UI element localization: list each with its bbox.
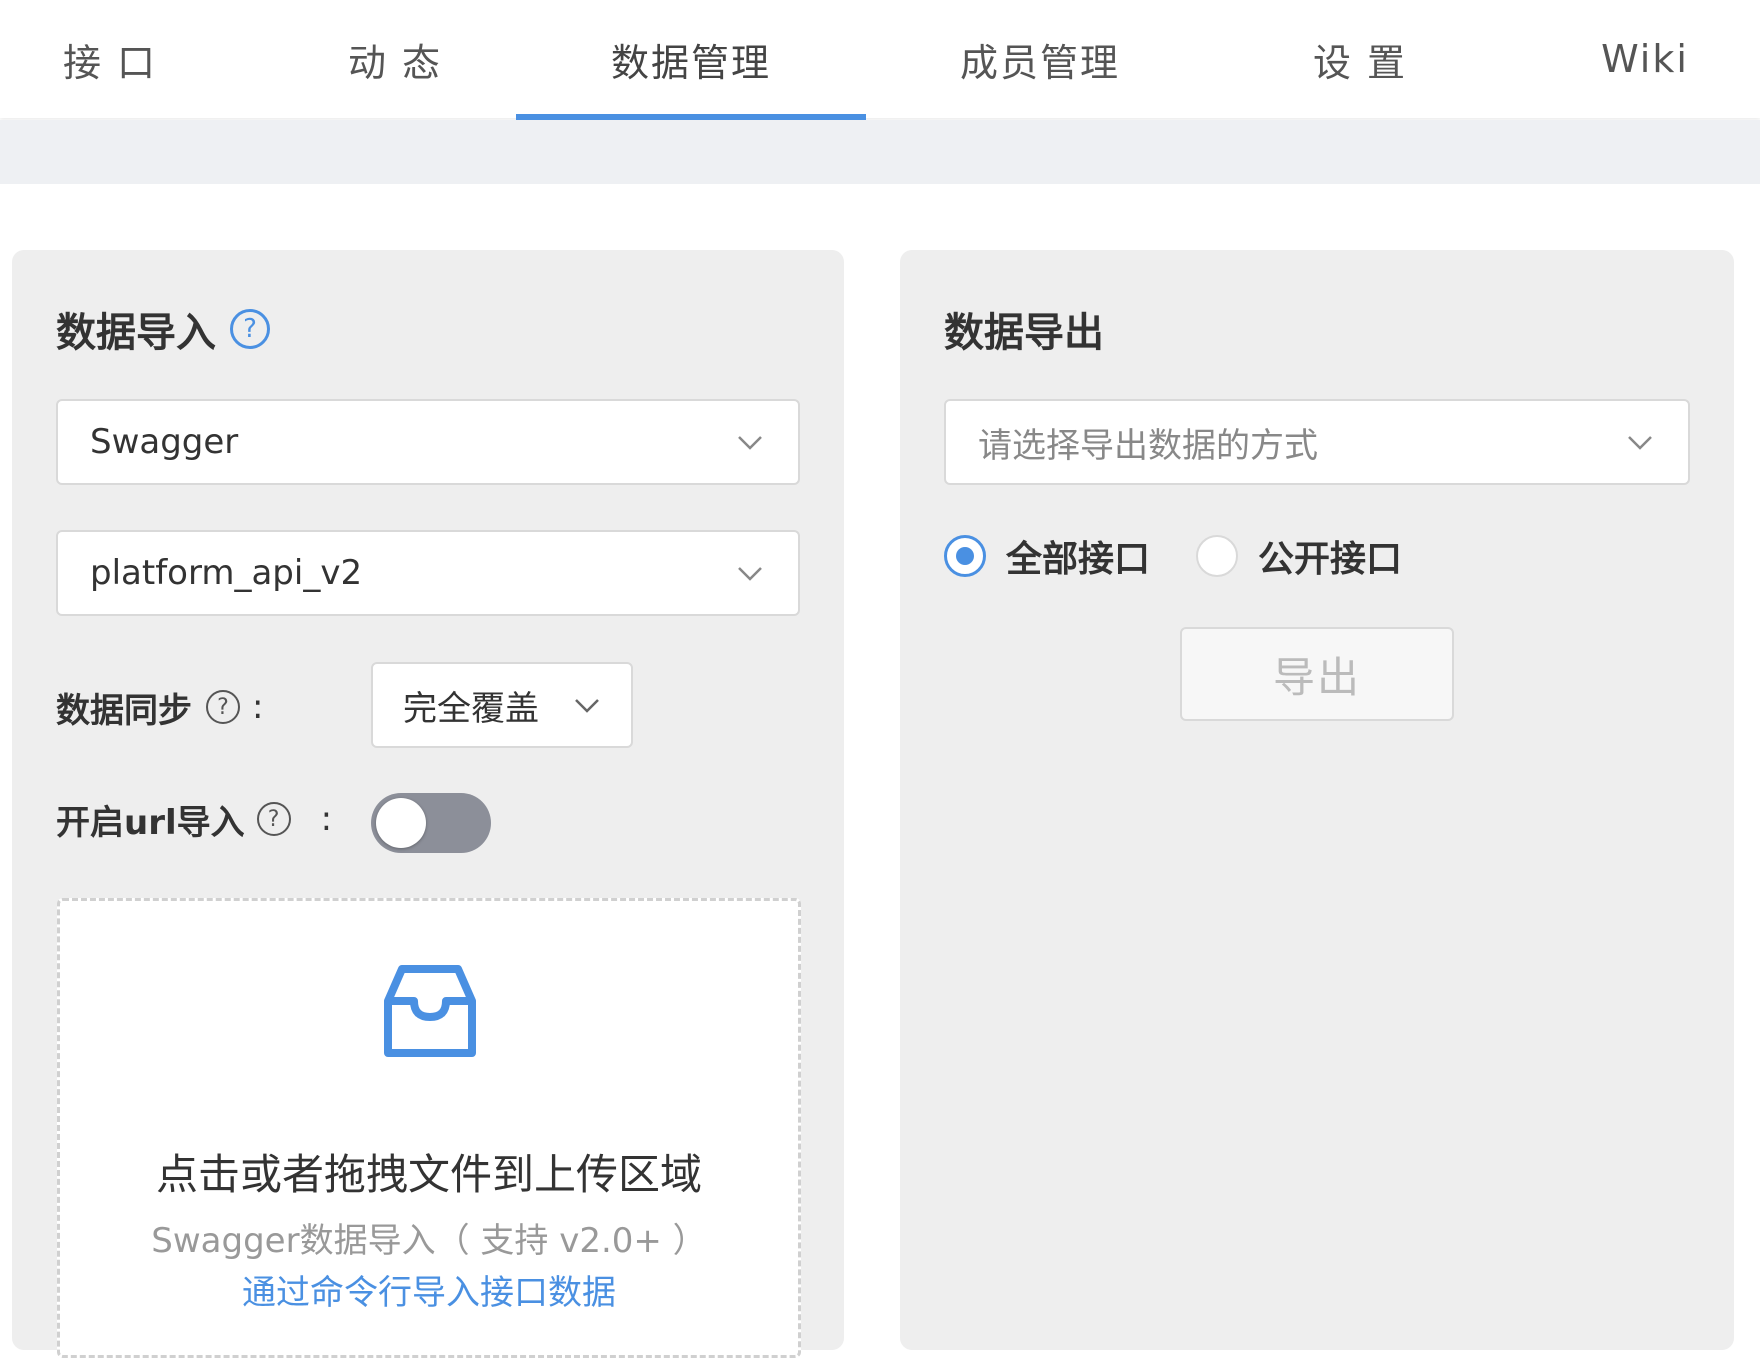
export-button[interactable]: 导出 [1180, 627, 1454, 721]
header-band [0, 120, 1760, 184]
radio-all-apis[interactable] [944, 535, 986, 577]
data-sync-select[interactable]: 完全覆盖 [371, 662, 633, 748]
help-icon[interactable]: ? [256, 802, 291, 836]
tab-member-management[interactable]: 成员管理 [940, 0, 1140, 118]
colon: : [320, 799, 333, 839]
tab-data-management[interactable]: 数据管理 [516, 0, 866, 118]
dropzone-hint: Swagger数据导入（ 支持 v2.0+ ） [151, 1221, 707, 1261]
upload-dropzone[interactable]: 点击或者拖拽文件到上传区域 Swagger数据导入（ 支持 v2.0+ ） 通过… [57, 898, 801, 1358]
import-project-value: platform_api_v2 [90, 553, 363, 593]
import-type-select[interactable]: Swagger [56, 399, 800, 485]
url-import-label: 开启url导入 ? : [56, 798, 333, 843]
tab-activity[interactable]: 动 态 [320, 0, 470, 118]
tab-api[interactable]: 接 口 [40, 0, 180, 118]
inbox-icon [384, 965, 476, 1057]
radio-public-apis[interactable] [1196, 535, 1239, 577]
data-sync-text: 数据同步 [56, 690, 192, 731]
chevron-down-icon [1628, 436, 1652, 450]
export-scope-radio-group: 全部接口 公开接口 [944, 530, 1448, 582]
chevron-down-icon [738, 567, 762, 581]
cli-import-link[interactable]: 通过命令行导入接口数据 [60, 1265, 798, 1314]
import-title: 数据导入 ? [56, 300, 270, 358]
dropzone-main-text: 点击或者拖拽文件到上传区域 [155, 1150, 702, 1199]
import-project-select[interactable]: platform_api_v2 [56, 530, 800, 616]
chevron-down-icon [575, 699, 599, 713]
top-nav: 接 口 动 态 数据管理 成员管理 设 置 Wiki [0, 0, 1760, 120]
colon: : [252, 687, 264, 727]
radio-all-apis-label[interactable]: 全部接口 [1006, 530, 1150, 582]
import-title-text: 数据导入 [56, 310, 216, 356]
tab-wiki[interactable]: Wiki [1590, 0, 1700, 118]
toggle-knob [376, 798, 426, 848]
tab-settings[interactable]: 设 置 [1300, 0, 1420, 118]
help-icon[interactable]: ? [206, 690, 240, 724]
export-method-select[interactable]: 请选择导出数据的方式 [944, 399, 1690, 485]
radio-public-apis-label[interactable]: 公开接口 [1258, 530, 1402, 582]
import-type-value: Swagger [90, 422, 239, 462]
data-sync-value: 完全覆盖 [403, 688, 539, 729]
export-title: 数据导出 [944, 310, 1104, 356]
url-import-toggle[interactable] [371, 793, 491, 853]
export-method-placeholder: 请选择导出数据的方式 [978, 425, 1318, 466]
help-icon[interactable]: ? [230, 309, 270, 349]
url-import-text: 开启url导入 [56, 802, 245, 843]
data-sync-label: 数据同步 ? : [56, 686, 264, 731]
chevron-down-icon [738, 436, 762, 450]
